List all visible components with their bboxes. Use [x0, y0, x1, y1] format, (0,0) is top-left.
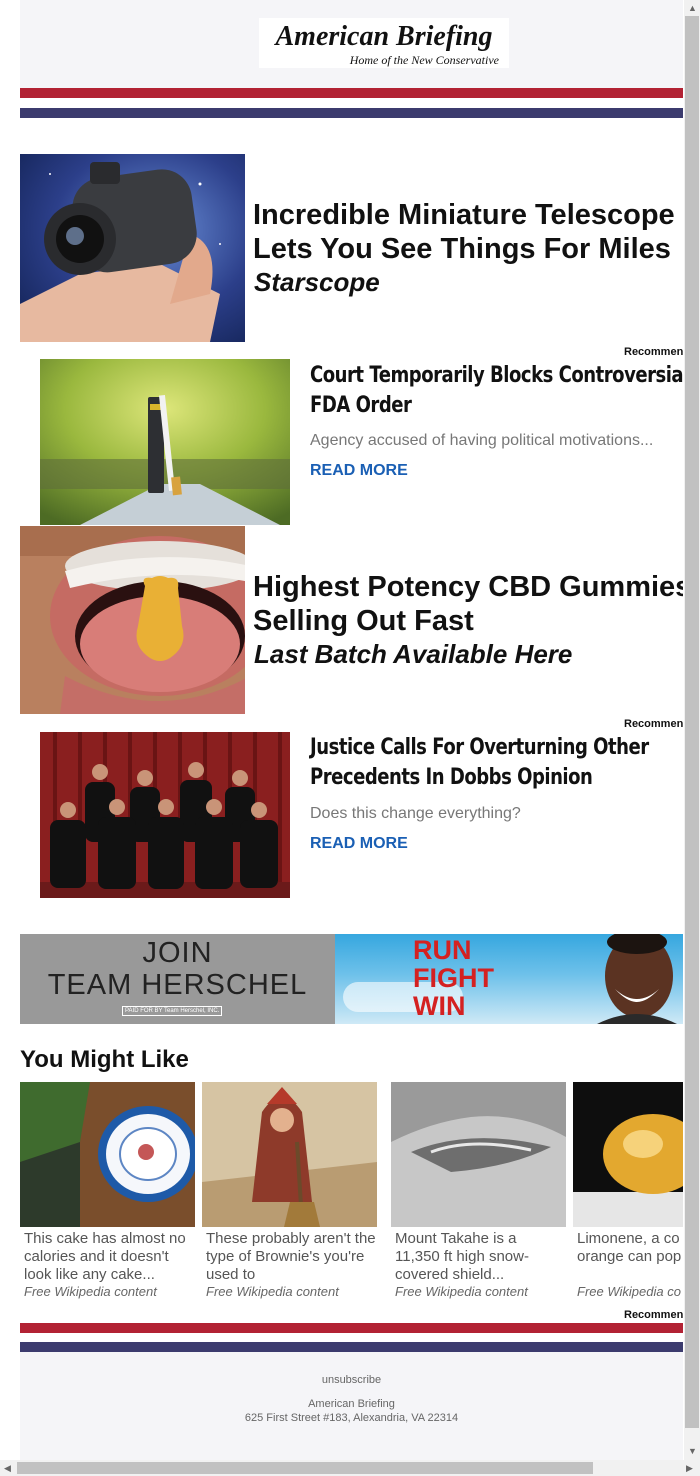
banner-win-text: WIN	[413, 991, 466, 1021]
recommendation-card[interactable]: Limonene, a co found in orange can pop a…	[573, 1082, 683, 1302]
card-image[interactable]	[573, 1082, 683, 1227]
recommended-label[interactable]: Recommended	[624, 718, 683, 730]
fda-story-title-2[interactable]: FDA Order	[310, 391, 412, 421]
navy-divider	[20, 1342, 683, 1352]
navy-divider	[20, 108, 683, 118]
card-source: Free Wikipedia content	[206, 1284, 339, 1299]
card-image[interactable]	[20, 1082, 195, 1227]
banner-run-text: RUN	[413, 935, 472, 965]
banner-paid-for-text: PAID FOR BY Team Herschel, INC.	[122, 1006, 223, 1016]
header: American Briefing Home of the New Conser…	[20, 0, 683, 88]
logo-title: American Briefing	[275, 21, 493, 52]
vertical-scrollbar-thumb[interactable]	[685, 16, 699, 1428]
dobbs-story-image[interactable]	[40, 732, 290, 898]
banner-team-text: TEAM HERSCHEL	[47, 969, 308, 1001]
banner-fight-text: FIGHT	[413, 963, 494, 993]
card-source: Free Wikipedia co	[577, 1284, 681, 1299]
footer-address: 625 First Street #183, Alexandria, VA 22…	[244, 1412, 459, 1424]
red-divider	[20, 88, 683, 98]
dobbs-story-title-2[interactable]: Precedents In Dobbs Opinion	[310, 763, 593, 793]
dobbs-story-description: Does this change everything?	[310, 805, 521, 822]
banner-candidate-photo	[597, 934, 677, 1024]
site-logo[interactable]: American Briefing Home of the New Conser…	[259, 18, 509, 68]
cbd-ad-image[interactable]	[20, 526, 245, 714]
recommendation-card[interactable]: These probably aren't the type of Browni…	[202, 1082, 377, 1302]
telescope-headline-1[interactable]: Incredible Miniature Telescope	[253, 198, 675, 232]
card-source: Free Wikipedia content	[395, 1284, 528, 1299]
recommendation-card[interactable]: Mount Takahe is a 11,350 ft high snow-co…	[391, 1082, 566, 1302]
footer: unsubscribe American Briefing 625 First …	[20, 1352, 683, 1460]
recommended-label[interactable]: Recommended	[624, 346, 683, 358]
cbd-cta[interactable]: Last Batch Available Here	[254, 639, 572, 669]
telescope-ad-image[interactable]	[20, 154, 245, 342]
banner-left-panel: JOIN TEAM HERSCHEL PAID FOR BY Team Hers…	[20, 934, 335, 1024]
cbd-headline-2[interactable]: Selling Out Fast	[253, 604, 474, 638]
fda-story-description: Agency accused of having political motiv…	[310, 432, 654, 449]
unsubscribe-link[interactable]: unsubscribe	[20, 1374, 683, 1386]
scroll-left-arrow-icon[interactable]: ◀	[4, 1463, 11, 1473]
card-text[interactable]: Limonene, a co found in orange can pop a…	[577, 1230, 683, 1266]
card-image[interactable]	[391, 1082, 566, 1227]
scroll-down-arrow-icon[interactable]: ▼	[688, 1446, 697, 1456]
card-text[interactable]: This cake has almost no calories and it …	[24, 1230, 194, 1284]
recommended-label[interactable]: Recommended	[624, 1309, 683, 1321]
telescope-brand[interactable]: Starscope	[254, 267, 380, 297]
card-image[interactable]	[202, 1082, 377, 1227]
telescope-headline-2[interactable]: Lets You See Things For Miles	[253, 232, 671, 266]
card-source: Free Wikipedia content	[24, 1284, 157, 1299]
fda-read-more-link[interactable]: READ MORE	[310, 462, 408, 480]
red-divider	[20, 1323, 683, 1333]
scroll-right-arrow-icon[interactable]: ▶	[686, 1463, 693, 1473]
cbd-headline-1[interactable]: Highest Potency CBD Gummies	[253, 570, 683, 604]
card-text[interactable]: Mount Takahe is a 11,350 ft high snow-co…	[395, 1230, 565, 1284]
scroll-up-arrow-icon[interactable]: ▲	[688, 3, 697, 13]
email-page: American Briefing Home of the New Conser…	[20, 0, 683, 1460]
dobbs-read-more-link[interactable]: READ MORE	[310, 835, 408, 853]
fda-story-image[interactable]	[40, 359, 290, 525]
horizontal-scrollbar-thumb[interactable]	[17, 1462, 593, 1474]
banner-right-panel: RUN FIGHT WIN	[335, 934, 683, 1024]
fda-story-title-1[interactable]: Court Temporarily Blocks Controversial	[310, 361, 683, 391]
footer-company: American Briefing	[308, 1398, 395, 1410]
banner-join-text: JOIN	[142, 937, 213, 969]
you-might-like-heading: You Might Like	[20, 1046, 189, 1073]
herschel-banner-ad[interactable]: JOIN TEAM HERSCHEL PAID FOR BY Team Hers…	[20, 934, 683, 1024]
logo-tagline: Home of the New Conservative	[349, 53, 499, 67]
dobbs-story-title-1[interactable]: Justice Calls For Overturning Other	[310, 733, 649, 763]
card-text[interactable]: These probably aren't the type of Browni…	[206, 1230, 376, 1284]
recommendation-card[interactable]: This cake has almost no calories and it …	[20, 1082, 195, 1302]
